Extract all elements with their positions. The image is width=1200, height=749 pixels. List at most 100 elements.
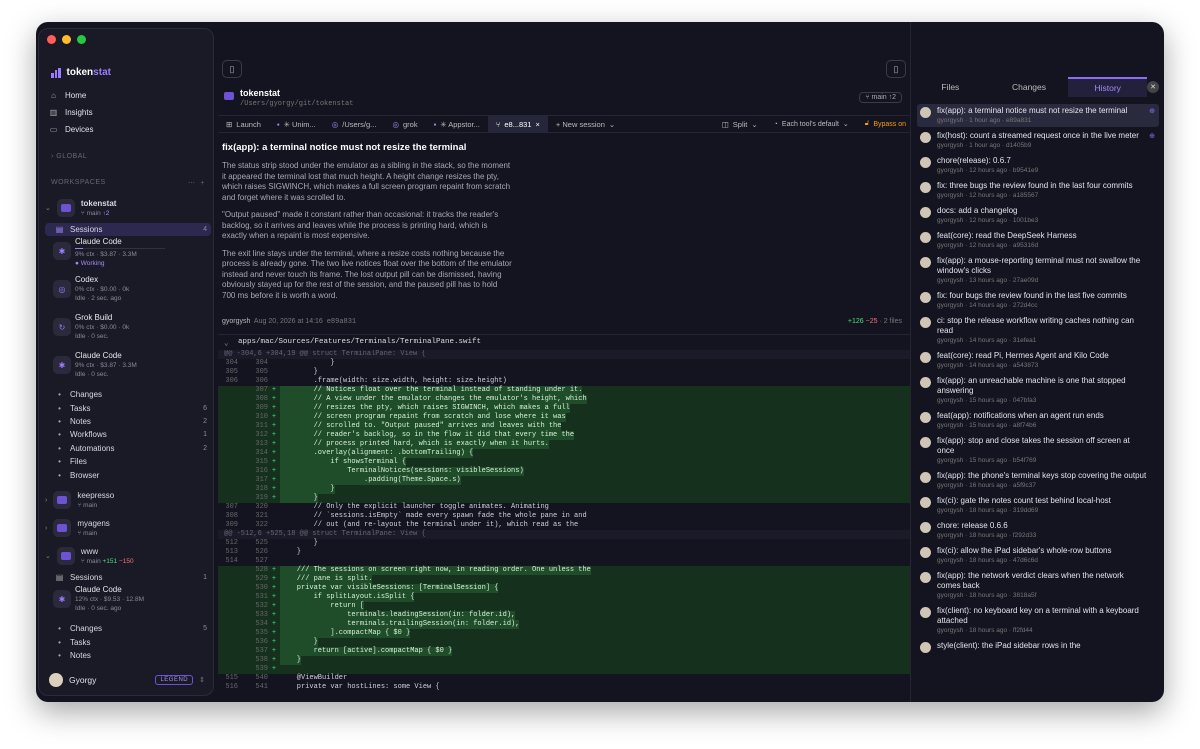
workspace-item-tasks[interactable]: • Tasks [45, 635, 211, 648]
diff-line: 515 540 @ViewBuilder [218, 674, 910, 683]
history-commit[interactable]: fix: four bugs the review found in the l… [917, 289, 1159, 312]
workspace-item-browser[interactable]: • Browser [45, 468, 211, 481]
new-session-button[interactable]: + New session ⌄ [548, 115, 623, 133]
history-commit[interactable]: style(client): the iPad sidebar rows in … [917, 639, 1159, 655]
sessions-item[interactable]: ▤ Sessions 4 [45, 223, 211, 236]
history-commit[interactable]: fix(app): stop and close takes the sessi… [917, 434, 1159, 467]
global-section[interactable]: › GLOBAL [51, 153, 205, 160]
workspace-item-changes[interactable]: • Changes [45, 388, 211, 401]
diff-line: 514 527 [218, 557, 910, 566]
agent-session-claude-www[interactable]: ✱ Claude Code 12% ctx · $9.53 · 12.8M Id… [45, 584, 211, 622]
commit-meta: gyorgysh · 14 hours ago · 31efea1 [937, 337, 1037, 344]
workspace-item-notes[interactable]: • Notes 2 [45, 415, 211, 428]
new-line-number: 321 [255, 512, 268, 520]
history-commit[interactable]: fix(host): count a streamed request once… [917, 129, 1159, 152]
close-window-button[interactable] [47, 35, 56, 44]
history-commit[interactable]: chore(release): 0.6.7 gyorgysh · 12 hours… [917, 154, 1159, 177]
item-label: Changes [70, 624, 103, 634]
commit-hash: e89a831 [326, 318, 357, 326]
workspace-item-notes[interactable]: • Notes [45, 649, 211, 662]
tab-session[interactable]: ▪ ✳ Appstor... [426, 115, 488, 133]
nav-devices[interactable]: ▭ Devices [49, 121, 209, 138]
workspace-row-tokenstat[interactable]: ⌄ tokenstat ⑂ main ↑2 [45, 195, 211, 221]
bypass-toggle[interactable]: 🔓︎ Bypass on [857, 115, 910, 133]
code-text: return [active].compactMap { $0 } [280, 647, 453, 656]
workspace-item-files[interactable]: • Files [45, 455, 211, 468]
item-label: Notes [70, 650, 91, 660]
history-commit[interactable]: fix: three bugs the review found in the … [917, 179, 1159, 202]
history-commit[interactable]: fix(app): a mouse-reporting terminal mus… [917, 254, 1159, 287]
toggle-sidebar-button[interactable]: ▯ [222, 60, 242, 78]
close-tab-icon[interactable]: × [536, 120, 540, 129]
nav-insights[interactable]: ▥ Insights [49, 104, 209, 121]
workspace-actions[interactable]: ⋯ + [188, 179, 205, 187]
tab-changes[interactable]: Changes [990, 78, 1069, 96]
close-icon[interactable]: ✕ [1147, 81, 1160, 93]
nav-label: Devices [65, 125, 94, 134]
history-commit[interactable]: docs: add a changelog gyorgysh · 12 hours… [917, 204, 1159, 227]
split-button[interactable]: ◫ Split ⌄ [714, 115, 766, 133]
diff-line: 305 305 } [218, 368, 910, 377]
user-profile[interactable]: Gyorgy LEGEND ⇕ [49, 673, 205, 687]
lines-removed: −25 [865, 318, 878, 325]
zoom-window-button[interactable] [77, 35, 86, 44]
history-commit[interactable]: feat(app): notifications when an agent r… [917, 409, 1159, 432]
codex-icon: ◎ [331, 119, 339, 129]
history-commit[interactable]: fix(app): a terminal notice must not res… [917, 104, 1159, 127]
automations-icon: • [58, 443, 61, 453]
tab-session[interactable]: ◎ grok [384, 115, 425, 133]
tab-launch[interactable]: ⊞ Launch [218, 115, 269, 133]
history-commit[interactable]: fix(app): an unreachable machine is one … [917, 374, 1159, 407]
new-line-number: 311 [255, 422, 268, 430]
window-controls [47, 35, 86, 44]
diff-file-header[interactable]: ⌄ apps/mac/Sources/Features/Terminals/Te… [218, 334, 910, 348]
agent-session-claude-1[interactable]: ✱ Claude Code 9% ctx · $3.87 · 3.3M ● Wo… [45, 236, 211, 274]
diff-line-added: 312 + // reader's backlog, so in the flow… [218, 431, 910, 440]
history-commit[interactable]: fix(ci): allow the iPad sidebar's whole-… [917, 544, 1159, 567]
tab-files[interactable]: Files [911, 78, 990, 96]
toggle-inspector-button[interactable]: ▯ [886, 60, 906, 78]
history-commit[interactable]: ci: stop the release workflow writing ca… [917, 314, 1159, 347]
workspace-item-workflows[interactable]: • Workflows 1 [45, 428, 211, 441]
new-line-number: 312 [255, 431, 268, 439]
workspace-item-automations[interactable]: • Automations 2 [45, 442, 211, 455]
old-line-number [218, 647, 238, 656]
tool-default-button[interactable]: ◔ Each tool's default ⌄ [766, 115, 857, 133]
workspace-item-tasks[interactable]: • Tasks 6 [45, 401, 211, 414]
code-text: } [280, 539, 318, 547]
history-commit[interactable]: fix(app): the phone's terminal keys stop… [917, 469, 1159, 492]
tab-session[interactable]: ◎/Users/g... [324, 115, 385, 133]
diff-view[interactable]: @@ -304,6 +304,19 @@ struct TerminalPane… [218, 350, 910, 702]
workspace-item-changes[interactable]: • Changes 5 [45, 622, 211, 635]
nav-label: Insights [65, 108, 93, 117]
agent-session-claude-2[interactable]: ✱ Claude Code 9% ctx · $3.87 · 3.3M Idle… [45, 350, 211, 388]
history-commit[interactable]: fix(app): the network verdict clears whe… [917, 569, 1159, 602]
branch-badge[interactable]: ⑂ main ↑2 [859, 92, 902, 103]
tool-default-label: Each tool's default [781, 120, 839, 128]
commit-meta: gyorgysh · 13 hours ago · 27ae09d [937, 277, 1039, 284]
branch-label: main ↑2 [871, 94, 896, 101]
tab-session[interactable]: ▪ ✳ Unim... [269, 115, 324, 133]
nav-home[interactable]: ⌂ Home [49, 87, 209, 104]
workspace-row-www[interactable]: ⌄ www ⑂ main +151 −150 [45, 543, 211, 569]
history-commit[interactable]: feat(core): read the DeepSeek Harness gyo… [917, 229, 1159, 252]
notes-icon: • [58, 650, 61, 660]
history-commit[interactable]: fix(ci): gate the notes count test behin… [917, 494, 1159, 517]
history-commit[interactable]: chore: release 0.6.6 gyorgysh · 18 hours … [917, 519, 1159, 542]
workspace-keepresso[interactable]: › keepresso ⑂ main [45, 487, 211, 513]
code-text: return [ [280, 602, 365, 611]
tab-history[interactable]: History [1068, 77, 1148, 97]
item-label: Changes [70, 390, 103, 400]
old-line-number: 516 [225, 683, 238, 691]
history-commit[interactable]: feat(core): read Pi, Hermes Agent and Ki… [917, 349, 1159, 372]
tab-label: /Users/g... [342, 119, 377, 129]
workspace-myagens[interactable]: › myagens ⑂ main [45, 515, 211, 541]
tab-commit[interactable]: ⑂ e8...831 × [487, 115, 548, 133]
agent-session-grok[interactable]: ↻ Grok Build 0% ctx · $0.00 · 0k Idle · … [45, 312, 211, 350]
history-commit[interactable]: fix(client): no keyboard key on a termin… [917, 604, 1159, 637]
commit-message: fix(ci): allow the iPad sidebar's whole-… [937, 546, 1112, 555]
sessions-item[interactable]: ▤ Sessions 1 [45, 571, 211, 584]
user-name: Gyorgy [69, 675, 97, 685]
agent-session-codex[interactable]: ◎ Codex 0% ctx · $0.00 · 0k Idle · 2 sec… [45, 274, 211, 312]
minimize-window-button[interactable] [62, 35, 71, 44]
